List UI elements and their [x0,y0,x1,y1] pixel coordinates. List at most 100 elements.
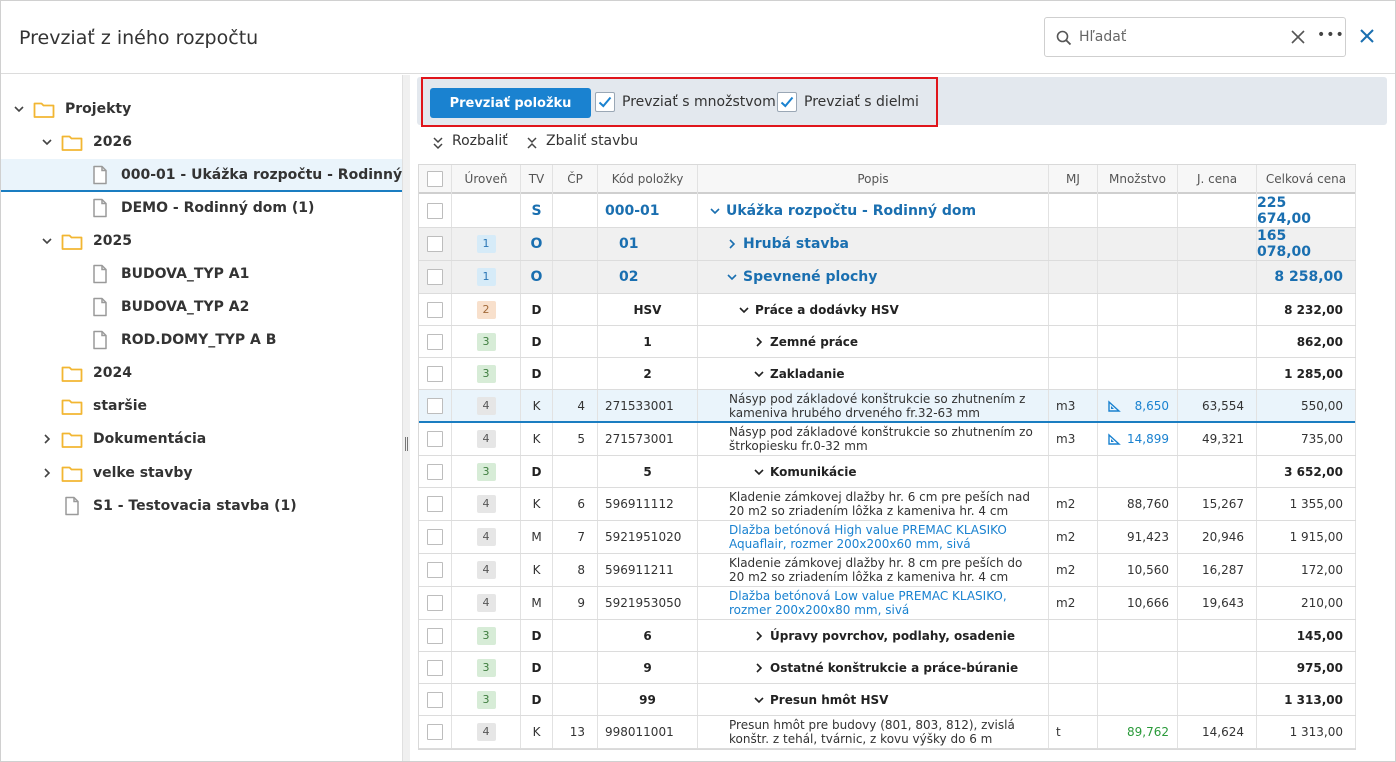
close-icon[interactable] [1358,27,1376,45]
row-checkbox[interactable] [427,496,443,512]
row-checkbox[interactable] [427,301,443,318]
tree-folder[interactable]: Projekty [1,93,402,126]
panel-splitter[interactable] [402,75,410,761]
chevron-down-icon[interactable] [739,305,749,315]
col-cp[interactable]: ČP [553,165,598,194]
level-badge: 3 [476,332,496,351]
chevron-down-icon[interactable] [41,235,53,247]
tv-cell: D [521,684,553,715]
chevron-right-icon[interactable] [754,336,764,347]
table-row[interactable]: 4 M 9 5921953050 Dlažba betónová Low value P… [419,587,1356,620]
with-parts-checkbox[interactable]: Prevziať s dielmi [777,92,919,114]
table-row[interactable]: 4 M 7 5921951020 Dlažba betónová High value … [419,521,1356,554]
col-total[interactable]: Celková cena [1257,165,1356,194]
table-row[interactable]: 4 K 5 271573001 Násyp pod základové konštruk… [419,423,1356,456]
table-row[interactable]: 3 D 2 Zakladanie 1 285,00 [419,358,1356,390]
row-checkbox[interactable] [427,431,443,447]
row-checkbox[interactable] [427,659,443,676]
search-box[interactable]: ••• [1044,17,1346,57]
calculation-icon[interactable] [1108,433,1121,445]
tree-file[interactable]: BUDOVA_TYP A1 [1,258,402,291]
chevron-right-icon[interactable] [727,239,737,249]
unit-price-value: 63,554 [1202,398,1244,413]
quantity-cell[interactable]: 91,423 [1098,521,1178,553]
tree-folder[interactable]: 2026 [1,126,402,159]
table-row[interactable]: 4 K 13 998011001 Presun hmôt pre budovy (801… [419,716,1356,749]
tree-file[interactable]: S1 - Testovacia stavba (1) [1,490,402,523]
chevron-right-icon[interactable] [41,433,53,445]
import-item-button[interactable]: Prevziať položku [430,88,591,118]
tree-folder[interactable]: 2025 [1,225,402,258]
with-quantity-check-box[interactable] [595,92,615,112]
table-row[interactable]: 3 D 9 Ostatné konštrukcie a práce-búranie 97… [419,652,1356,684]
chevron-down-icon[interactable] [754,467,764,477]
table-row[interactable]: 1 O 01 Hrubá stavba 165 078,00 [419,228,1356,261]
tree-folder[interactable]: velke stavby [1,457,402,490]
calculation-icon[interactable] [1108,399,1121,412]
tree-file[interactable]: DEMO - Rodinný dom (1) [1,192,402,225]
quantity-cell[interactable]: 88,760 [1098,488,1178,520]
row-checkbox[interactable] [427,724,443,740]
tree-folder[interactable]: Dokumentácia [1,423,402,456]
table-row[interactable]: 3 D 1 Zemné práce 862,00 [419,326,1356,358]
select-all-checkbox[interactable] [427,171,443,187]
quantity-cell[interactable]: 8,650 [1098,390,1178,421]
col-qty[interactable]: Množstvo [1098,165,1178,194]
tree-file[interactable]: 000-01 - Ukážka rozpočtu - Rodinný dom [1,159,441,192]
chevron-down-icon[interactable] [754,369,764,379]
chevron-down-icon[interactable] [727,272,737,282]
row-checkbox[interactable] [427,365,443,382]
chevron-right-icon[interactable] [754,662,764,673]
table-row[interactable]: 3 D 6 Úpravy povrchov, podlahy, osadenie 145… [419,620,1356,652]
row-checkbox[interactable] [427,333,443,350]
tv-cell: D [521,326,553,357]
table-row[interactable]: 2 D HSV Práce a dodávky HSV 8 232,00 [419,294,1356,326]
chevron-down-icon[interactable] [710,206,720,216]
level-cell: 4 [452,554,521,586]
row-checkbox[interactable] [427,562,443,578]
chevron-right-icon[interactable] [754,630,764,641]
with-quantity-checkbox[interactable]: Prevziať s množstvom [595,92,776,114]
row-checkbox[interactable] [427,595,443,611]
table-row[interactable]: 3 D 99 Presun hmôt HSV 1 313,00 [419,684,1356,716]
quantity-cell[interactable]: 10,666 [1098,587,1178,619]
table-row[interactable]: S 000-01 Ukážka rozpočtu - Rodinný dom 225 … [419,194,1356,228]
col-tv[interactable]: TV [521,165,553,194]
description-text[interactable]: Dlažba betónová Low value PREMAC KLASIKO… [729,589,1040,617]
tree-file[interactable]: ROD.DOMY_TYP A B [1,324,402,357]
row-checkbox[interactable] [427,627,443,644]
chevron-right-icon[interactable] [41,467,53,479]
col-unit-price[interactable]: J. cena [1178,165,1257,194]
checkbox-cell [419,261,452,293]
chevron-down-icon[interactable] [13,103,25,115]
with-parts-check-box[interactable] [777,92,797,112]
col-level[interactable]: Úroveň [452,165,521,194]
col-desc[interactable]: Popis [698,165,1049,194]
col-code[interactable]: Kód položky [598,165,698,194]
table-row[interactable]: 4 K 4 271533001 Násyp pod základové konštruk… [419,390,1356,423]
table-row[interactable]: 4 K 6 596911112 Kladenie zámkovej dlažby hr.… [419,488,1356,521]
table-row[interactable]: 3 D 5 Komunikácie 3 652,00 [419,456,1356,488]
tree-folder[interactable]: 2024 [1,357,402,390]
row-checkbox[interactable] [427,397,443,414]
col-unit[interactable]: MJ [1049,165,1098,194]
row-checkbox[interactable] [427,202,443,219]
row-checkbox[interactable] [427,691,443,708]
chevron-down-icon[interactable] [754,695,764,705]
description-text[interactable]: Dlažba betónová High value PREMAC KLASIK… [729,523,1040,551]
row-checkbox[interactable] [427,269,443,285]
row-checkbox[interactable] [427,463,443,480]
table-row[interactable]: 1 O 02 Spevnené plochy 8 258,00 [419,261,1356,294]
tree-folder[interactable]: staršie [1,390,402,423]
row-checkbox[interactable] [427,529,443,545]
search-more-icon[interactable]: ••• [1317,27,1345,43]
quantity-cell[interactable]: 14,899 [1098,423,1178,455]
table-row[interactable]: 4 K 8 596911211 Kladenie zámkovej dlažby hr.… [419,554,1356,587]
quantity-cell[interactable]: 89,762 [1098,716,1178,748]
clear-search-icon[interactable] [1289,28,1307,46]
chevron-down-icon[interactable] [41,136,53,148]
row-checkbox[interactable] [427,236,443,252]
search-input[interactable] [1079,27,1279,47]
quantity-cell[interactable]: 10,560 [1098,554,1178,586]
tree-file[interactable]: BUDOVA_TYP A2 [1,291,402,324]
